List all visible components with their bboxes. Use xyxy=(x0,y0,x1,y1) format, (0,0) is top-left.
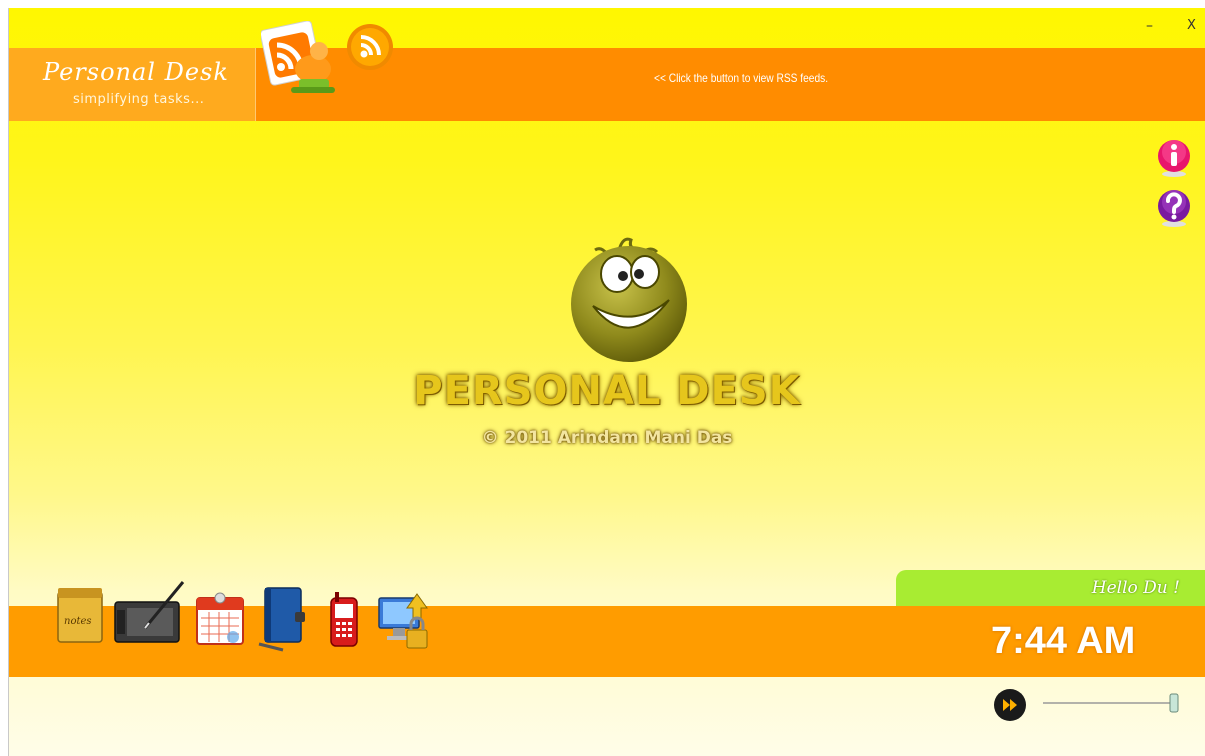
volume-slider[interactable] xyxy=(1041,691,1181,715)
smiley-logo-icon xyxy=(571,237,687,362)
mobile-phone-icon[interactable] xyxy=(327,590,361,648)
help-icon[interactable] xyxy=(1156,188,1192,228)
slider-thumb[interactable] xyxy=(1169,693,1179,713)
info-icon[interactable] xyxy=(1156,138,1192,178)
rss-feed-button[interactable] xyxy=(345,22,395,72)
minimize-button[interactable]: – xyxy=(1146,18,1153,34)
brand-panel: Personal Desk simplifying tasks... xyxy=(9,48,256,121)
app-title: Personal Desk xyxy=(43,58,229,86)
greeting-text: Hello Du ! xyxy=(1091,578,1180,598)
notes-label: notes xyxy=(64,616,92,627)
calendar-icon[interactable] xyxy=(195,590,245,646)
network-lock-icon[interactable] xyxy=(377,590,433,652)
address-book-icon[interactable] xyxy=(257,586,307,652)
notes-icon[interactable]: notes xyxy=(56,586,104,644)
close-button[interactable]: X xyxy=(1187,18,1196,33)
clock: 7:44 AM xyxy=(991,620,1136,662)
logo-title: PERSONAL DESK xyxy=(413,368,801,414)
rss-hint-text: << Click the button to view RSS feeds. xyxy=(654,71,829,85)
app-window: – X Personal Desk simplifying tasks... <… xyxy=(8,8,1205,756)
next-arrow-button[interactable] xyxy=(993,688,1027,722)
app-tagline: simplifying tasks... xyxy=(73,92,205,107)
greeting-bar: Hello Du ! xyxy=(896,570,1205,607)
drawing-tablet-icon[interactable] xyxy=(113,578,187,646)
rss-reader-icon[interactable] xyxy=(261,21,343,101)
logo-copyright: © 2011 Arindam Mani Das xyxy=(481,428,733,448)
